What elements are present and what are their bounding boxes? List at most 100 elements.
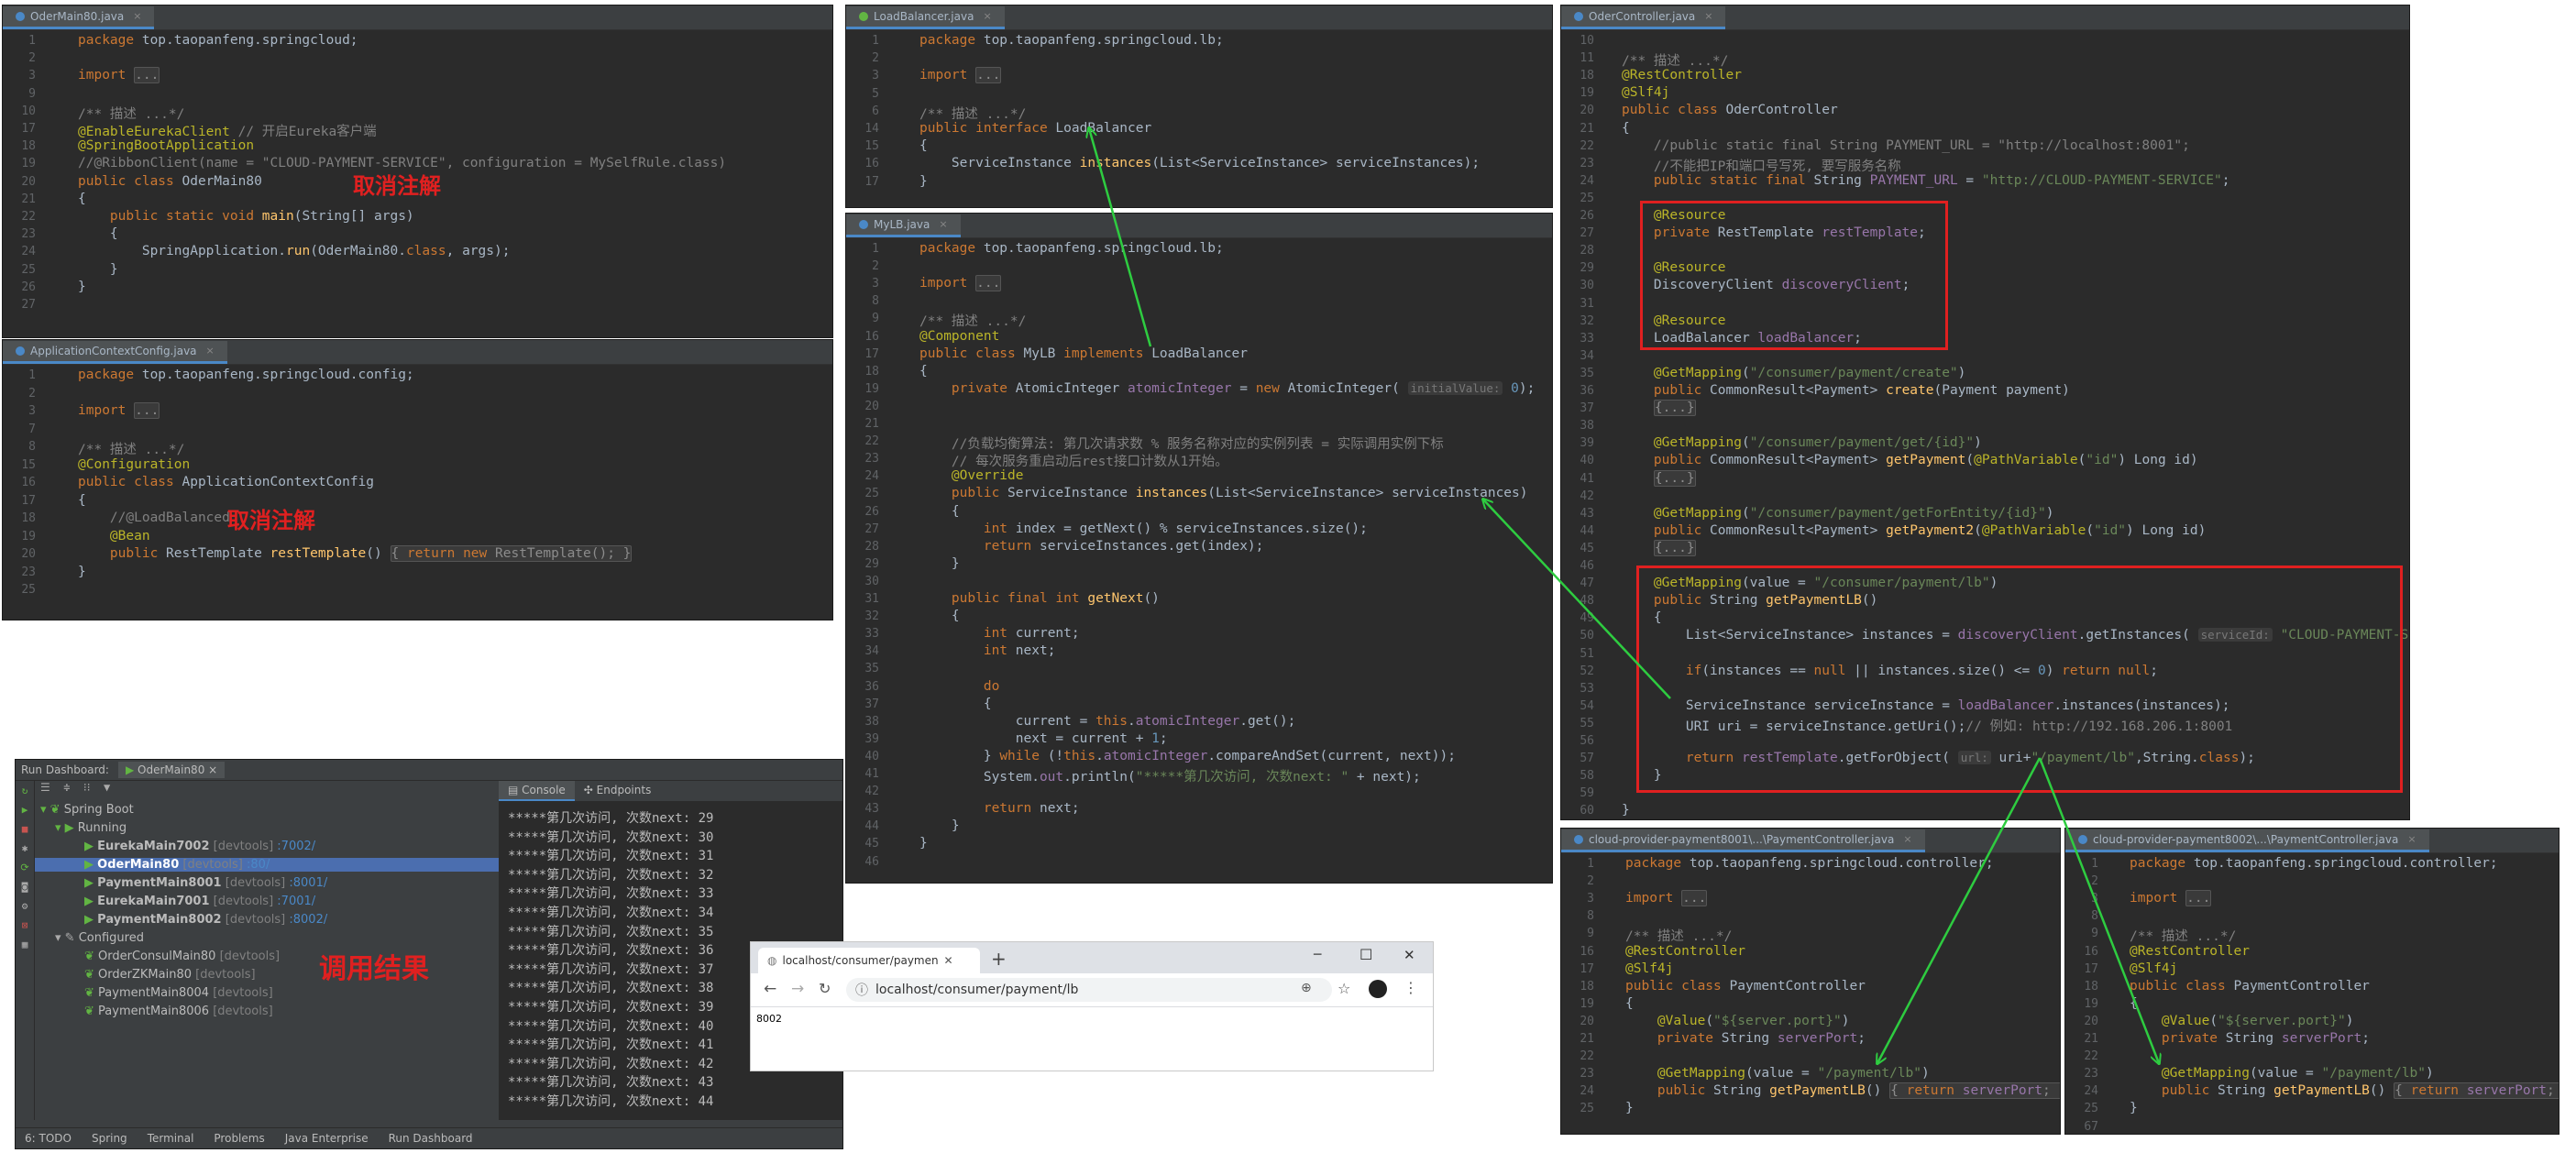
code-line[interactable]: package top.taopanfeng.springcloud.lb; (919, 33, 1224, 48)
code-line[interactable]: public RestTemplate restTemplate() { ret… (78, 545, 633, 562)
tab-application-context-config[interactable]: ApplicationContextConfig.java × (3, 341, 227, 364)
code-line[interactable]: @Slf4j (1625, 961, 1673, 976)
code-line[interactable]: { (919, 504, 960, 519)
tab-odercontroller[interactable]: OderController.java × (1561, 6, 1726, 29)
running-app-item[interactable]: ▶ PaymentMain8001 [devtools] :8001/ (84, 876, 327, 890)
code-line[interactable]: { (78, 493, 86, 508)
maximize-button[interactable]: ☐ (1360, 946, 1372, 963)
code-line[interactable]: @Configuration (78, 457, 190, 472)
code-line[interactable]: import ... (1625, 890, 1708, 907)
code-line[interactable]: @GetMapping(value = "/payment/lb") (2130, 1066, 2434, 1081)
rerun-icon[interactable]: ↻ (16, 785, 34, 796)
code-line[interactable]: /** 描述 ...*/ (1622, 50, 1728, 70)
code-line[interactable]: /** 描述 ...*/ (2130, 926, 2236, 945)
code-line[interactable]: private String serverPort; (2130, 1031, 2370, 1046)
expand-all-icon[interactable]: ☰ (40, 781, 50, 794)
layout-icon[interactable]: ▦ (16, 939, 34, 950)
back-icon[interactable]: ← (764, 980, 776, 998)
code-line[interactable]: } (1625, 1101, 1634, 1115)
code-line[interactable]: } (78, 280, 86, 294)
bottom-tab[interactable]: Spring (92, 1132, 127, 1145)
code-line[interactable]: SpringApplication.run(OderMain80.class, … (78, 244, 511, 258)
code-line[interactable]: package top.taopanfeng.springcloud.lb; (919, 241, 1224, 256)
code-line[interactable]: @GetMapping(value = "/payment/lb") (1625, 1066, 1930, 1081)
code-line[interactable]: } (78, 262, 118, 277)
code-line[interactable]: int next; (919, 643, 1056, 658)
bottom-tab[interactable]: Terminal (148, 1132, 194, 1145)
code-line[interactable]: @SpringBootApplication (78, 138, 254, 153)
code-line[interactable]: package top.taopanfeng.springcloud.contr… (1625, 856, 1994, 871)
code-line[interactable]: do (919, 679, 999, 694)
code-line[interactable]: public class PaymentController (1625, 979, 1866, 994)
code-line[interactable]: public class ApplicationContextConfig (78, 475, 374, 489)
stop-icon[interactable]: ■ (16, 823, 34, 835)
code-line[interactable]: public static void main(String[] args) (78, 209, 414, 224)
code-line[interactable]: @RestController (1625, 944, 1745, 959)
code-line[interactable]: /** 描述 ...*/ (919, 311, 1026, 330)
code-line[interactable]: public String getPaymentLB() { return se… (2130, 1082, 2559, 1100)
code-line[interactable]: current = this.atomicInteger.get(); (919, 714, 1296, 729)
restart-icon[interactable]: ⟳ (16, 862, 34, 873)
code-line[interactable]: @GetMapping("/consumer/payment/get/{id}"… (1622, 435, 1982, 450)
code-line[interactable]: @Value("${server.port}") (1625, 1014, 1850, 1028)
settings-icon[interactable]: ⚙ (16, 900, 34, 912)
code-line[interactable]: public String getPaymentLB() { return se… (1625, 1082, 2060, 1100)
code-line[interactable]: //@LoadBalanced (78, 511, 230, 525)
tab-loadbalancer[interactable]: LoadBalancer.java × (846, 6, 1005, 29)
code-line[interactable]: } (919, 556, 960, 571)
code-line[interactable]: } while (!this.atomicInteger.compareAndS… (919, 749, 1456, 763)
code-line[interactable]: } (919, 836, 928, 851)
code-line[interactable]: @Bean (78, 529, 150, 544)
running-app-item[interactable]: ▶ EurekaMain7002 [devtools] :7002/ (84, 840, 315, 853)
code-line[interactable]: public ServiceInstance instances(List<Se… (919, 486, 1528, 500)
code-line[interactable]: @EnableEurekaClient // 开启Eureka客户端 (78, 121, 377, 140)
code-line[interactable]: @Value("${server.port}") (2130, 1014, 2354, 1028)
code-line[interactable]: @Slf4j (2130, 961, 2177, 976)
tab-odermain80[interactable]: OderMain80.java × (3, 6, 155, 29)
code-line[interactable]: { (1622, 121, 1630, 136)
code-line[interactable]: public CommonResult<Payment> getPayment2… (1622, 523, 2206, 538)
tab-console[interactable]: ▤ Console (499, 781, 575, 801)
close-icon[interactable]: × (2407, 829, 2416, 850)
code-line[interactable]: package top.taopanfeng.springcloud.confi… (78, 368, 414, 382)
running-app-item[interactable]: ▶ EurekaMain7001 [devtools] :7001/ (84, 895, 315, 908)
code-line[interactable]: public final int getNext() (919, 591, 1160, 606)
tab-endpoints[interactable]: ✣ Endpoints (575, 781, 661, 801)
group-icon[interactable]: ⁝⁝ (83, 781, 91, 794)
tree-spring-boot[interactable]: ▾ ❦ Spring Boot (40, 803, 134, 817)
camera-icon[interactable]: ◙ (16, 881, 34, 893)
bottom-tab[interactable]: Run Dashboard (389, 1132, 473, 1145)
code-line[interactable]: package top.taopanfeng.springcloud; (78, 33, 358, 48)
bottom-tab[interactable]: Java Enterprise (285, 1132, 369, 1145)
running-app-item[interactable]: ▶ OderMain80 [devtools] :80/ (35, 858, 547, 872)
close-icon[interactable]: × (939, 214, 947, 235)
menu-icon[interactable]: ⋮ (1404, 979, 1418, 996)
code-line[interactable]: } (2130, 1101, 2138, 1115)
code-line[interactable]: int index = getNext() % serviceInstances… (919, 522, 1368, 536)
code-line[interactable]: private String serverPort; (1625, 1031, 1866, 1046)
code-line[interactable]: @GetMapping("/consumer/payment/create") (1622, 366, 1965, 380)
code-line[interactable]: /** 描述 ...*/ (1625, 926, 1732, 945)
code-line[interactable]: //public static final String PAYMENT_URL… (1622, 138, 2190, 153)
code-line[interactable]: { (919, 138, 928, 153)
tab-mylb[interactable]: MyLB.java × (846, 214, 961, 237)
code-line[interactable]: return serviceInstances.get(index); (919, 539, 1264, 554)
new-tab-button[interactable]: + (991, 948, 1007, 970)
code-line[interactable]: public CommonResult<Payment> getPayment(… (1622, 453, 2198, 467)
tab-payment8001-controller[interactable]: cloud-provider-payment8001\...\PaymentCo… (1561, 829, 1925, 852)
browser-tab[interactable]: ◍ localhost/consumer/payment/... ✕ (758, 948, 980, 973)
run-icon[interactable]: ▶ (16, 804, 34, 816)
code-line[interactable]: /** 描述 ...*/ (919, 104, 1026, 123)
code-line[interactable]: @RestController (1622, 68, 1742, 82)
code-line[interactable]: } (919, 174, 928, 189)
running-app-item[interactable]: ▶ PaymentMain8002 [devtools] :8002/ (84, 913, 327, 927)
code-line[interactable]: ServiceInstance instances(List<ServiceIn… (919, 156, 1480, 170)
configured-app-item[interactable]: ❦ PaymentMain8004 [devtools] (84, 986, 273, 1000)
close-icon[interactable]: × (1704, 6, 1712, 27)
window-close-button[interactable]: ✕ (1404, 947, 1415, 963)
code-line[interactable]: @RestController (2130, 944, 2250, 959)
reload-icon[interactable]: ↻ (819, 980, 831, 997)
close-icon[interactable]: × (1903, 829, 1911, 850)
code-line[interactable]: //负载均衡算法: 第几次请求数 % 服务名称对应的实例列表 = 实际调用实例下… (919, 434, 1444, 453)
address-bar[interactable]: ⓘ localhost/consumer/payment/lb (846, 978, 1332, 1002)
